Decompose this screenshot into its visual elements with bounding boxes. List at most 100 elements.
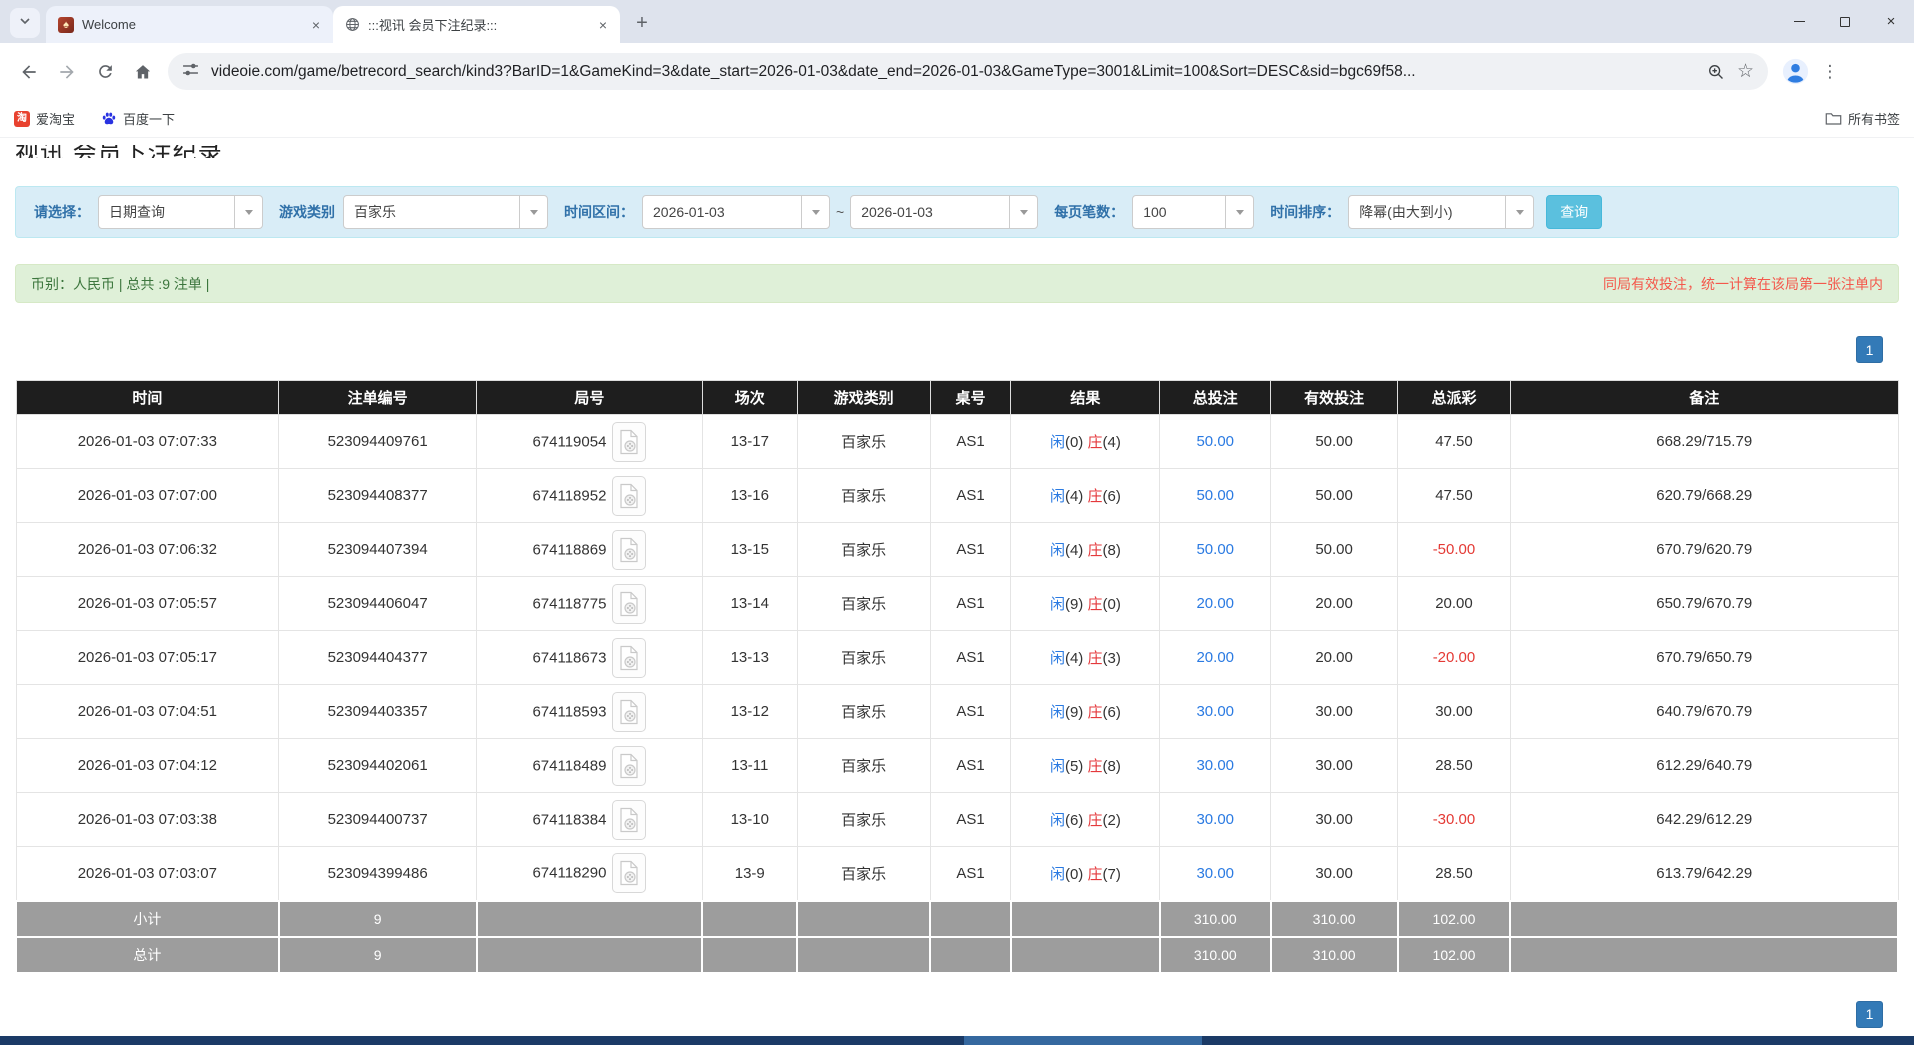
chevron-down-icon[interactable] (801, 196, 829, 228)
player-result: 闲 (1050, 866, 1065, 883)
player-result: 闲 (1050, 758, 1065, 775)
column-header-1: 注单编号 (279, 381, 477, 415)
round-number: 674119054 (532, 433, 606, 450)
window-close-button[interactable]: × (1868, 0, 1914, 43)
banker-result: 庄 (1087, 704, 1102, 721)
chevron-down-icon[interactable] (1505, 196, 1533, 228)
new-tab-button[interactable]: + (628, 9, 656, 37)
tab-search-button[interactable] (10, 8, 40, 38)
select-type-label: 请选择： (34, 202, 90, 222)
date-start-select[interactable]: 2026-01-03 (642, 195, 830, 229)
bookmark-baidu[interactable]: 百度一下 (101, 109, 175, 128)
cell-game-type: 百家乐 (797, 847, 930, 901)
query-type-select[interactable]: 日期查询 (98, 195, 263, 229)
cell-valid-bet: 20.00 (1271, 631, 1398, 685)
zoom-icon[interactable] (1707, 63, 1725, 81)
cell-total-bet[interactable]: 50.00 (1160, 523, 1271, 577)
video-icon[interactable] (612, 800, 646, 840)
bookmark-taobao[interactable]: 淘 爱淘宝 (14, 109, 75, 128)
cell-session: 13-16 (702, 469, 797, 523)
page-1-button[interactable]: 1 (1856, 1001, 1883, 1028)
chevron-down-icon[interactable] (1225, 196, 1253, 228)
summary-empty-cell (477, 937, 703, 973)
all-bookmarks-button[interactable]: 所有书签 (1825, 109, 1900, 128)
close-icon[interactable]: × (307, 16, 325, 34)
cell-game-type: 百家乐 (797, 523, 930, 577)
cell-payout: 28.50 (1398, 847, 1511, 901)
bookmark-star-icon[interactable]: ☆ (1737, 60, 1754, 83)
cell-note: 640.79/670.79 (1510, 685, 1898, 739)
summary-valid-bet: 310.00 (1271, 901, 1398, 937)
summary-payout: 102.00 (1398, 937, 1511, 973)
round-number: 674118290 (532, 865, 606, 882)
sort-order-select[interactable]: 降幂(由大到小) (1348, 195, 1534, 229)
cell-round-number: 674118593 (477, 685, 703, 739)
player-result: 闲 (1050, 812, 1065, 829)
cell-total-bet[interactable]: 30.00 (1160, 685, 1271, 739)
chevron-down-icon[interactable] (234, 196, 262, 228)
close-icon[interactable]: × (594, 16, 612, 34)
maximize-button[interactable] (1822, 0, 1868, 43)
home-button[interactable] (124, 53, 162, 91)
back-button[interactable] (10, 53, 48, 91)
video-icon[interactable] (612, 853, 646, 893)
summary-count: 9 (279, 937, 477, 973)
bookmarks-bar: 淘 爱淘宝 百度一下 所有书签 (0, 100, 1914, 138)
table-body: 2026-01-03 07:07:33523094409761674119054… (16, 415, 1898, 901)
video-icon[interactable] (612, 746, 646, 786)
cell-note: 613.79/642.29 (1510, 847, 1898, 901)
video-icon[interactable] (612, 422, 646, 462)
cell-bet-number: 523094400737 (279, 793, 477, 847)
cell-note: 668.29/715.79 (1510, 415, 1898, 469)
summary-count: 9 (279, 901, 477, 937)
tab-betrecord[interactable]: :::视讯 会员下注纪录::: × (333, 6, 620, 43)
page-size-select[interactable]: 100 (1132, 195, 1254, 229)
tab-welcome[interactable]: ♠ Welcome × (46, 6, 333, 43)
cell-total-bet[interactable]: 30.00 (1160, 847, 1271, 901)
chevron-down-icon (19, 14, 31, 32)
cell-session: 13-10 (702, 793, 797, 847)
column-header-2: 局号 (477, 381, 703, 415)
browser-menu-icon[interactable]: ⋮ (1815, 62, 1845, 82)
video-icon[interactable] (612, 638, 646, 678)
forward-button[interactable] (48, 53, 86, 91)
column-header-9: 总派彩 (1398, 381, 1511, 415)
minimize-button[interactable] (1776, 0, 1822, 43)
page-title: 视讯 会员下注纪录 (15, 145, 1899, 158)
player-result: 闲 (1050, 488, 1065, 505)
profile-avatar[interactable] (1782, 58, 1809, 85)
video-icon[interactable] (612, 692, 646, 732)
cell-valid-bet: 50.00 (1271, 415, 1398, 469)
summary-label: 总计 (16, 937, 279, 973)
cell-result: 闲(4) 庄(8) (1011, 523, 1160, 577)
video-icon[interactable] (612, 476, 646, 516)
cell-total-bet[interactable]: 30.00 (1160, 739, 1271, 793)
date-end-select[interactable]: 2026-01-03 (850, 195, 1038, 229)
cell-total-bet[interactable]: 50.00 (1160, 469, 1271, 523)
cell-payout: 20.00 (1398, 577, 1511, 631)
url-text[interactable]: videoie.com/game/betrecord_search/kind3?… (211, 63, 1695, 81)
banker-result: 庄 (1087, 866, 1102, 883)
summary-empty-cell (1510, 937, 1898, 973)
cell-total-bet[interactable]: 20.00 (1160, 577, 1271, 631)
chevron-down-icon[interactable] (1009, 196, 1037, 228)
cell-table-number: AS1 (930, 415, 1011, 469)
page-1-button[interactable]: 1 (1856, 336, 1883, 363)
game-type-select[interactable]: 百家乐 (343, 195, 548, 229)
search-button[interactable]: 查询 (1546, 195, 1602, 229)
banker-result: 庄 (1087, 758, 1102, 775)
cell-payout: -20.00 (1398, 631, 1511, 685)
cell-total-bet[interactable]: 50.00 (1160, 415, 1271, 469)
refresh-button[interactable] (86, 53, 124, 91)
cell-total-bet[interactable]: 30.00 (1160, 793, 1271, 847)
video-icon[interactable] (612, 584, 646, 624)
url-bar[interactable]: videoie.com/game/betrecord_search/kind3?… (168, 53, 1768, 90)
site-settings-icon[interactable] (182, 61, 199, 83)
cell-note: 670.79/650.79 (1510, 631, 1898, 685)
cell-note: 642.29/612.29 (1510, 793, 1898, 847)
cell-total-bet[interactable]: 20.00 (1160, 631, 1271, 685)
chevron-down-icon[interactable] (519, 196, 547, 228)
window-controls: × (1776, 0, 1914, 43)
video-icon[interactable] (612, 530, 646, 570)
summary-empty-cell (797, 937, 930, 973)
